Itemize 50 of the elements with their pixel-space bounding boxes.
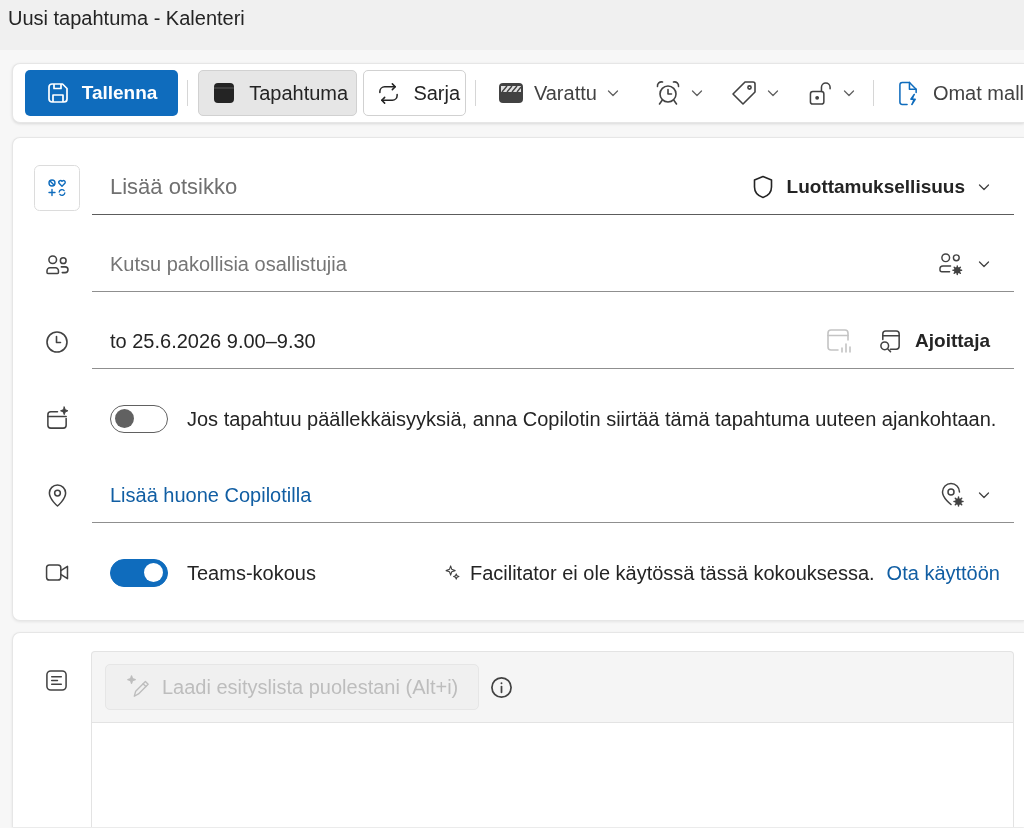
attendees-field[interactable]: Kutsu pakollisia osallistujia bbox=[110, 244, 928, 284]
calendar-sparkle-icon bbox=[44, 406, 70, 431]
clock-icon bbox=[45, 329, 69, 354]
document-lightning-icon bbox=[897, 80, 919, 106]
unlocked-padlock-icon bbox=[808, 80, 832, 106]
series-button[interactable]: Sarja bbox=[363, 70, 466, 116]
chevron-down-icon bbox=[690, 87, 703, 99]
calendar-icon bbox=[213, 82, 236, 104]
video-camera-icon bbox=[44, 563, 70, 582]
tag-icon bbox=[730, 80, 757, 106]
people-icon bbox=[44, 254, 70, 275]
notes-field[interactable] bbox=[91, 722, 1014, 827]
save-icon bbox=[45, 81, 70, 105]
info-icon[interactable] bbox=[490, 675, 514, 699]
people-gear-icon bbox=[938, 251, 965, 277]
scheduler-button[interactable]: Ajoittaja bbox=[878, 326, 990, 356]
sparkle-pen-icon bbox=[126, 675, 150, 699]
alarm-clock-icon bbox=[654, 80, 681, 106]
teams-meeting-label: Teams-kokous bbox=[187, 560, 316, 586]
templates-button[interactable]: Omat mall bbox=[889, 70, 1024, 116]
toggle-switch[interactable] bbox=[110, 404, 168, 433]
facilitator-note: Facilitator ei ole käytössä tässä kokouksessa. bbox=[469, 560, 875, 586]
symbols-icon[interactable] bbox=[34, 164, 80, 211]
show-as-dropdown[interactable]: Varattu bbox=[487, 70, 629, 116]
event-button[interactable]: Tapahtuma bbox=[198, 70, 358, 116]
title-field[interactable]: Lisää otsikko bbox=[110, 167, 742, 207]
reschedule-description: Jos tapahtuu päällekkäisyyksiä, anna Copilotin siirtää tämä tapahtuma uuteen ajankohtaan. bbox=[187, 406, 997, 432]
chevron-down-icon bbox=[978, 258, 990, 270]
sensitivity-dropdown[interactable]: Luottamuksellisuus bbox=[751, 172, 990, 202]
location-gear-icon bbox=[939, 482, 965, 508]
chevron-down-icon bbox=[978, 489, 990, 501]
chevron-down-icon bbox=[842, 87, 855, 99]
attendee-options-dropdown[interactable] bbox=[938, 251, 990, 277]
enable-link[interactable]: Ota käyttöön bbox=[886, 557, 1000, 588]
chevron-down-icon bbox=[606, 87, 619, 99]
save-button[interactable]: Tallenna bbox=[25, 70, 179, 116]
window-title: Uusi tapahtuma - Kalenteri bbox=[8, 7, 245, 29]
notes-icon bbox=[44, 669, 68, 692]
add-room-link[interactable]: Lisää huone Copilotilla bbox=[110, 480, 312, 510]
shield-icon bbox=[751, 175, 774, 199]
toggle-switch[interactable] bbox=[110, 558, 168, 587]
location-pin-icon bbox=[46, 483, 68, 508]
location-options-dropdown[interactable] bbox=[939, 482, 990, 508]
repeat-icon bbox=[377, 81, 401, 105]
sparkle-icon bbox=[444, 565, 460, 580]
chevron-down-icon bbox=[978, 181, 990, 193]
chevron-down-icon bbox=[766, 87, 779, 99]
date-time-picker[interactable]: to 25.6.2026 9.00–9.30 bbox=[110, 326, 316, 356]
busy-status-icon bbox=[497, 82, 524, 104]
calendar-chart-icon bbox=[826, 328, 853, 354]
